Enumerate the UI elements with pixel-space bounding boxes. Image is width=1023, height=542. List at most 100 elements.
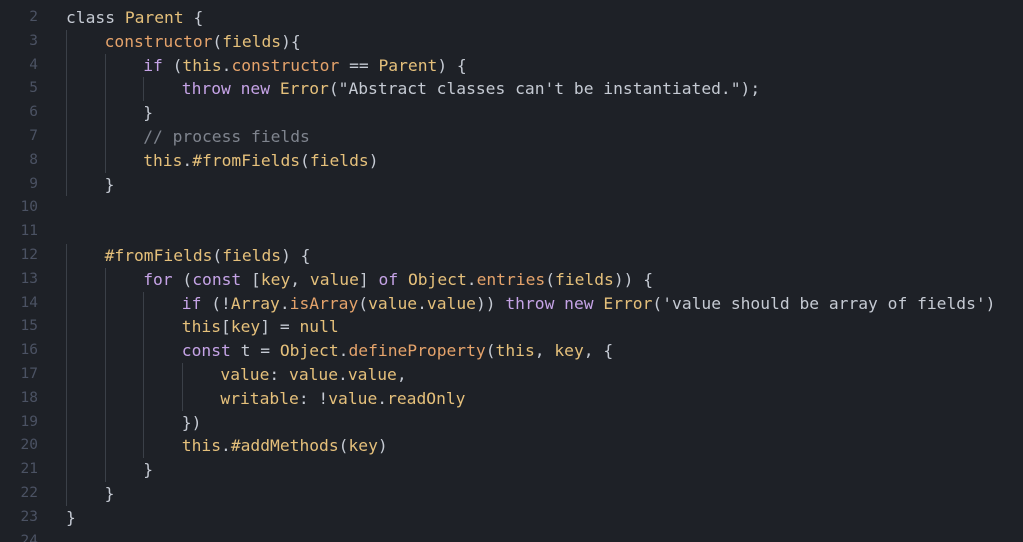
indent-guide	[104, 363, 106, 387]
indent-guide	[66, 315, 67, 340]
code-token: ,	[396, 365, 407, 384]
code-text: class Parent {	[66, 6, 203, 30]
code-line[interactable]: 11	[0, 220, 1023, 244]
code-token: Parent	[124, 8, 194, 27]
code-token: }	[143, 103, 153, 123]
code-text: throw new Error("Abstract classes can't …	[182, 77, 760, 101]
code-line[interactable]: 21}	[0, 458, 1023, 482]
indent-guide	[143, 386, 145, 411]
code-line[interactable]: 6}	[0, 101, 1023, 125]
code-token: ('value should be array of fields')	[652, 293, 996, 313]
code-token: (	[212, 246, 223, 265]
indent-guide	[104, 410, 106, 435]
code-text: constructor(fields){	[105, 30, 301, 54]
line-number: 2	[29, 9, 38, 25]
code-editor[interactable]: 2 class Parent {3 constructor(fields){ 4 if …	[0, 0, 1023, 542]
code-token: })	[181, 412, 202, 432]
code-line[interactable]: 15 this[key] = null	[0, 315, 1023, 340]
code-text: }	[143, 458, 153, 482]
code-token: key	[230, 317, 261, 337]
code-token: readOnly	[387, 388, 466, 408]
indent-guide	[66, 410, 67, 435]
code-token: this	[143, 150, 183, 170]
code-token: value	[426, 293, 476, 313]
code-token: .	[338, 341, 349, 361]
code-line[interactable]: 23}	[0, 506, 1023, 530]
code-token: .	[279, 293, 290, 313]
indent-guide	[104, 125, 106, 149]
code-line[interactable]: 19})	[0, 410, 1023, 435]
code-token: ))	[475, 293, 506, 313]
code-line[interactable]: 5 throw new Error("Abstract classes can't…	[0, 77, 1023, 102]
code-token: (	[545, 269, 556, 289]
line-number: 4	[29, 56, 38, 73]
indent-guide	[66, 101, 67, 125]
code-token: #fromFields	[104, 246, 213, 265]
code-text: this.#fromFields(fields)	[143, 149, 378, 173]
code-token: key	[260, 269, 291, 289]
line-number: 23	[20, 508, 38, 525]
code-token: ) {	[281, 246, 311, 265]
code-token: .	[221, 436, 231, 456]
code-token: this	[495, 341, 535, 361]
code-token: value	[328, 388, 378, 408]
code-text: if (this.constructor == Parent) {	[143, 54, 467, 78]
code-token: writable	[220, 388, 299, 408]
line-number: 22	[20, 485, 38, 501]
code-token: (	[182, 269, 193, 289]
code-token: value	[347, 365, 397, 384]
code-token: value	[309, 269, 359, 289]
code-line[interactable]: 2 class Parent {	[0, 6, 1023, 30]
code-token: .	[182, 150, 193, 170]
line-number: 5	[29, 80, 38, 97]
code-line[interactable]: 4 if (this.constructor == Parent) {	[0, 53, 1023, 78]
code-line[interactable]: 17 value: value.value,	[0, 363, 1023, 387]
code-token: ){	[281, 31, 301, 51]
code-line[interactable]: 8 this.#fromFields(fields)	[0, 148, 1023, 173]
indent-guide	[143, 363, 145, 387]
line-number: 20	[20, 437, 38, 454]
code-line[interactable]: 20 this.#addMethods(key)	[0, 434, 1023, 459]
code-token: of	[378, 269, 408, 289]
code-line[interactable]: 7 // process fields	[0, 125, 1023, 149]
code-token: value	[289, 365, 339, 384]
code-line[interactable]: 16 const t = Object.defineProperty(this, …	[0, 339, 1023, 363]
code-line[interactable]: 24	[0, 530, 1023, 542]
code-line[interactable]: 13 for (const [key, value] of Object.entr…	[0, 267, 1023, 292]
line-number: 13	[20, 270, 38, 287]
code-token: throw new	[181, 79, 280, 99]
code-token: value	[368, 293, 418, 313]
indent-guide	[104, 267, 106, 292]
code-token: // process fields	[143, 127, 310, 146]
code-line[interactable]: 22}	[0, 482, 1023, 506]
code-token: )) {	[613, 269, 654, 289]
code-token: (!	[211, 293, 231, 313]
indent-guide	[104, 77, 106, 102]
code-line[interactable]: 10	[0, 196, 1023, 220]
indent-guide	[104, 53, 106, 78]
code-token: }	[104, 484, 115, 503]
code-text: writable: !value.readOnly	[220, 387, 465, 411]
code-line[interactable]: 12 #fromFields(fields) {	[0, 244, 1023, 268]
code-token: Error	[603, 293, 653, 313]
code-token: if	[181, 293, 212, 313]
indent-guide	[104, 315, 106, 340]
indent-guide	[66, 482, 67, 506]
code-token: ]	[358, 269, 379, 289]
code-token: fields	[222, 31, 282, 51]
code-token: fields	[555, 269, 614, 289]
code-text: }	[105, 173, 115, 197]
indent-guide	[66, 125, 67, 149]
code-token: (	[485, 341, 496, 361]
code-text: this[key] = null	[182, 315, 339, 339]
indent-guide	[66, 77, 67, 102]
indent-guide	[104, 434, 106, 459]
code-token: }	[104, 174, 115, 194]
code-line[interactable]: 3 constructor(fields){	[0, 29, 1023, 54]
code-token: key	[554, 341, 584, 361]
indent-guide	[66, 172, 67, 197]
code-line[interactable]: 14 if (!Array.isArray(value.value)) throw…	[0, 291, 1023, 316]
code-line[interactable]: 18 writable: !value.readOnly	[0, 386, 1023, 411]
code-token: #fromFields	[192, 150, 301, 170]
code-line[interactable]: 9}	[0, 172, 1023, 197]
